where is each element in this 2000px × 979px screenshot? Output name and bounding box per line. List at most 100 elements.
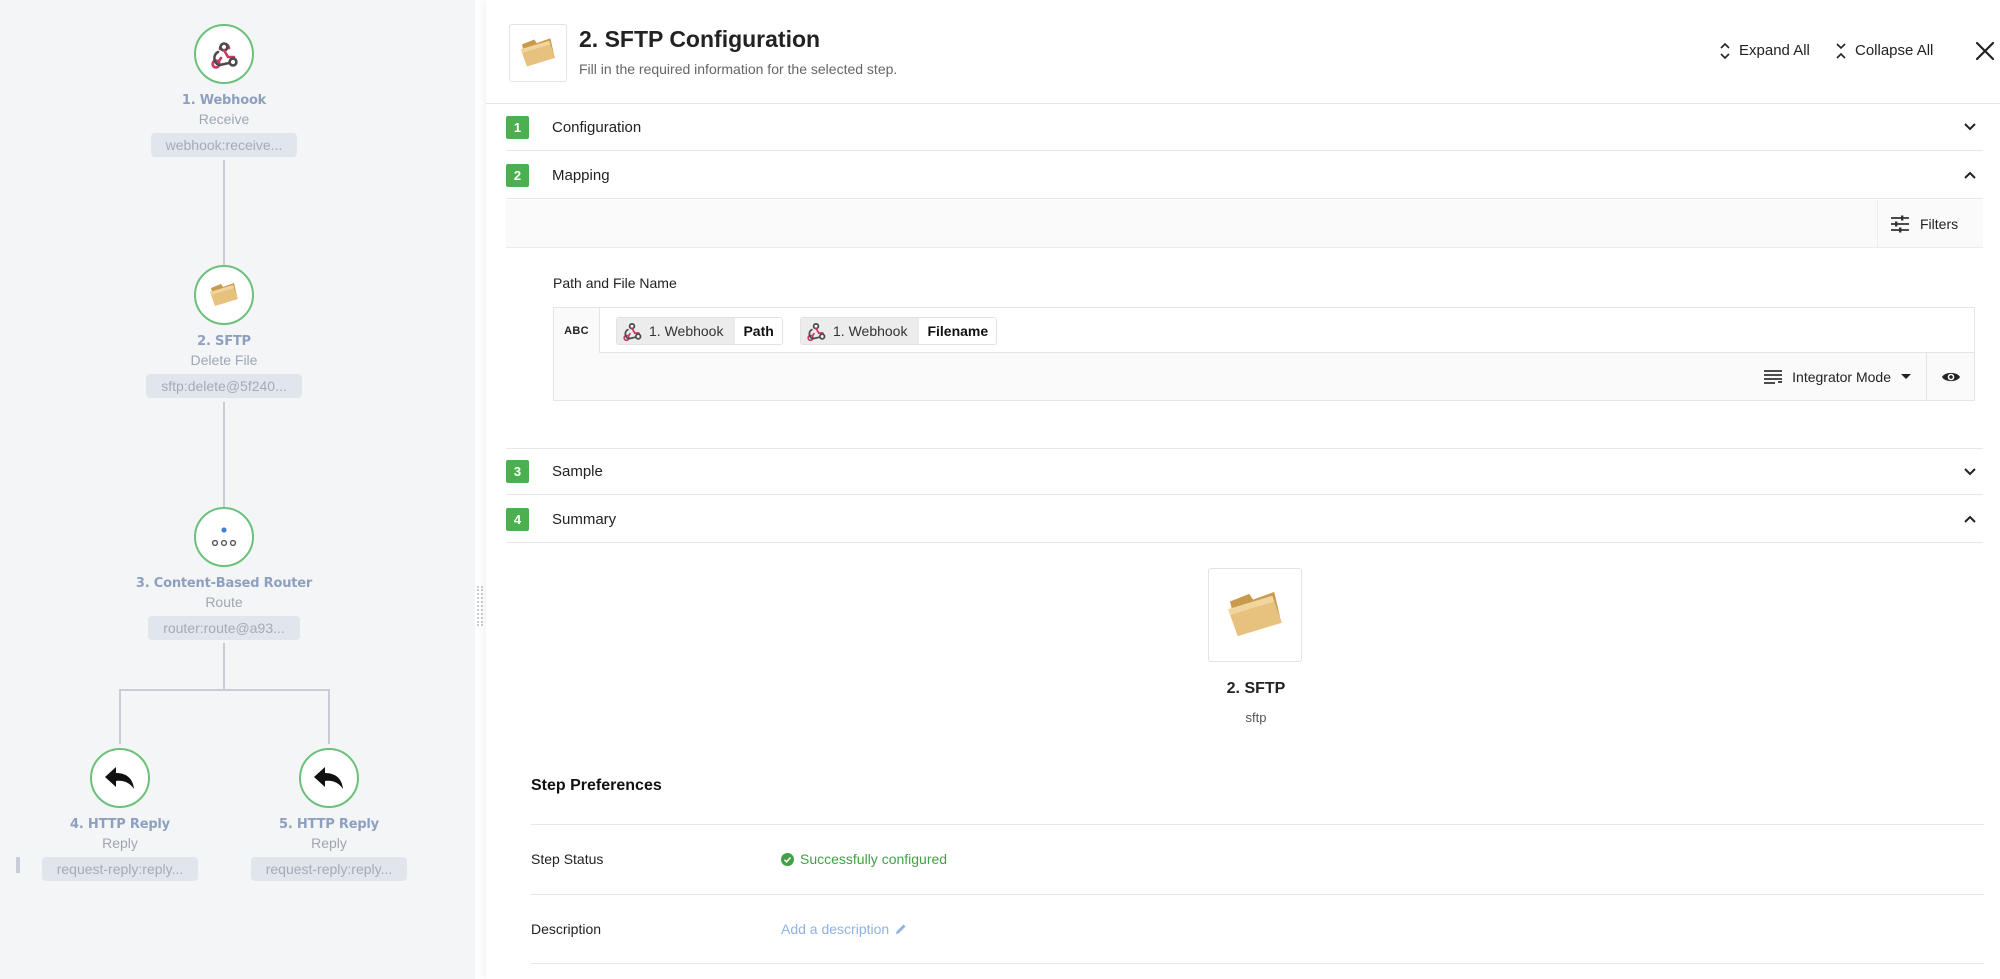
eye-icon (1941, 372, 1960, 382)
node-title: 2. SFTP (197, 334, 251, 349)
mapping-token-path[interactable]: 1. Webhook Path (616, 317, 783, 345)
webhook-icon (807, 322, 826, 342)
flow-node-sftp[interactable]: 2. SFTP Delete File sftp:delete@5f240... (104, 265, 344, 398)
node-chip: request-reply:reply... (250, 857, 408, 881)
section-label: Mapping (552, 166, 610, 184)
collapse-icon (1836, 42, 1846, 59)
add-description-link[interactable]: Add a description (781, 921, 907, 937)
selection-marker (16, 857, 20, 873)
description-row: Description Add a description (531, 894, 1984, 964)
chevron-up-icon[interactable] (1963, 168, 1977, 182)
page-title: 2. SFTP Configuration (579, 26, 821, 52)
flow-node-router[interactable]: 3. Content-Based Router Route router:rou… (104, 507, 344, 640)
filters-label: Filters (1920, 215, 1959, 232)
expand-all-button[interactable]: Expand All (1720, 42, 1810, 59)
mapping-toolbar: Filters (506, 200, 1983, 248)
section-summary[interactable]: 4 Summary (506, 496, 1983, 543)
reply-arrow-icon (314, 767, 343, 789)
node-chip: router:route@a93... (148, 616, 300, 640)
flow-node-http-reply-5[interactable]: 5. HTTP Reply Reply request-reply:reply.… (209, 748, 449, 881)
router-node-circle[interactable] (194, 507, 254, 567)
status-text: Successfully configured (800, 851, 948, 867)
webhook-icon (623, 322, 642, 342)
token-source-label: 1. Webhook (649, 323, 724, 339)
section-number-badge: 4 (506, 507, 529, 531)
http-reply-node-circle[interactable] (299, 748, 359, 808)
folder-icon (210, 283, 238, 306)
flow-canvas[interactable]: 1. Webhook Receive webhook:receive... 2.… (0, 0, 475, 979)
expand-icon (1720, 42, 1730, 59)
expand-all-label: Expand All (1739, 42, 1810, 59)
section-mapping[interactable]: 2 Mapping (506, 152, 1983, 199)
step-status-row: Step Status Successfully configured (531, 824, 1984, 894)
summary-step-type: sftp (1245, 710, 1267, 725)
section-configuration[interactable]: 1 Configuration (506, 104, 1983, 151)
section-label: Configuration (552, 118, 642, 136)
step-preferences-heading: Step Preferences (531, 777, 662, 794)
webhook-node-circle[interactable] (194, 24, 254, 84)
flow-node-webhook[interactable]: 1. Webhook Receive webhook:receive... (104, 24, 344, 157)
connector-3-branch (223, 643, 225, 690)
chevron-up-icon[interactable] (1963, 512, 1977, 526)
http-reply-node-circle[interactable] (90, 748, 150, 808)
summary-step-title: 2. SFTP (1226, 680, 1286, 697)
token-field-label: Path (735, 318, 782, 344)
description-label: Description (531, 921, 602, 937)
section-number-badge: 2 (506, 163, 529, 187)
connector-branch-left (119, 689, 121, 744)
connector-branch-horizontal (119, 689, 330, 691)
close-icon[interactable] (1974, 40, 1996, 62)
text-lines-icon (1764, 370, 1783, 384)
panel-header: 2. SFTP Configuration Fill in the requir… (486, 0, 2000, 104)
pencil-icon (896, 924, 906, 934)
node-chip: webhook:receive... (150, 133, 298, 157)
section-label: Summary (552, 510, 617, 528)
webhook-icon (211, 42, 238, 69)
string-type-badge: ABC (554, 308, 600, 353)
mapping-token-filename[interactable]: 1. Webhook Filename (800, 317, 998, 345)
node-chip: sftp:delete@5f240... (146, 374, 302, 398)
panel-resize-handle[interactable] (477, 586, 483, 626)
filters-button[interactable]: Filters (1877, 200, 1983, 247)
node-title: 1. Webhook (181, 93, 267, 108)
node-chip: request-reply:reply... (41, 857, 199, 881)
page-subtitle: Fill in the required information for the… (579, 61, 898, 77)
chevron-down-icon[interactable] (1963, 465, 1977, 479)
connector-1-2 (223, 160, 225, 265)
section-label: Sample (552, 463, 603, 480)
chevron-down-icon[interactable] (1963, 120, 1977, 134)
preview-toggle-button[interactable] (1926, 353, 1974, 401)
node-subtitle: Reply (311, 835, 347, 851)
check-circle-icon (781, 852, 794, 866)
mode-label: Integrator Mode (1792, 369, 1891, 385)
collapse-all-label: Collapse All (1855, 42, 1934, 59)
router-icon (211, 527, 237, 547)
sftp-node-circle[interactable] (194, 265, 254, 325)
expression-input[interactable]: 1. Webhook Path 1. Webhook Filename (600, 308, 1974, 353)
token-source: 1. Webhook (801, 318, 920, 344)
node-title: 3. Content-Based Router (135, 576, 313, 591)
connector-branch-right (328, 689, 330, 744)
node-subtitle: Receive (198, 111, 250, 127)
step-status-value: Successfully configured (781, 851, 947, 867)
node-subtitle: Route (205, 594, 243, 610)
add-description-text: Add a description (781, 921, 890, 937)
caret-down-icon (1901, 374, 1911, 379)
token-source: 1. Webhook (617, 318, 736, 344)
folder-icon (1228, 591, 1282, 637)
step-configuration-panel: 2. SFTP Configuration Fill in the requir… (486, 0, 2000, 979)
token-field-label: Filename (919, 318, 997, 344)
node-title: 4. HTTP Reply (70, 817, 170, 832)
reply-arrow-icon (105, 767, 134, 789)
step-status-label: Step Status (531, 851, 604, 867)
connector-2-3 (223, 402, 225, 507)
integrator-mode-dropdown[interactable]: Integrator Mode (1763, 353, 1926, 401)
collapse-all-button[interactable]: Collapse All (1836, 42, 1933, 59)
path-expression-field: ABC 1. Webhook Path 1. Webhook Filename … (553, 307, 1975, 401)
section-number-badge: 3 (506, 460, 529, 483)
node-subtitle: Delete File (190, 352, 258, 368)
flow-node-http-reply-4[interactable]: 4. HTTP Reply Reply request-reply:reply.… (0, 748, 240, 881)
section-sample[interactable]: 3 Sample (506, 448, 1983, 495)
node-title: 5. HTTP Reply (279, 817, 379, 832)
node-subtitle: Reply (102, 835, 138, 851)
